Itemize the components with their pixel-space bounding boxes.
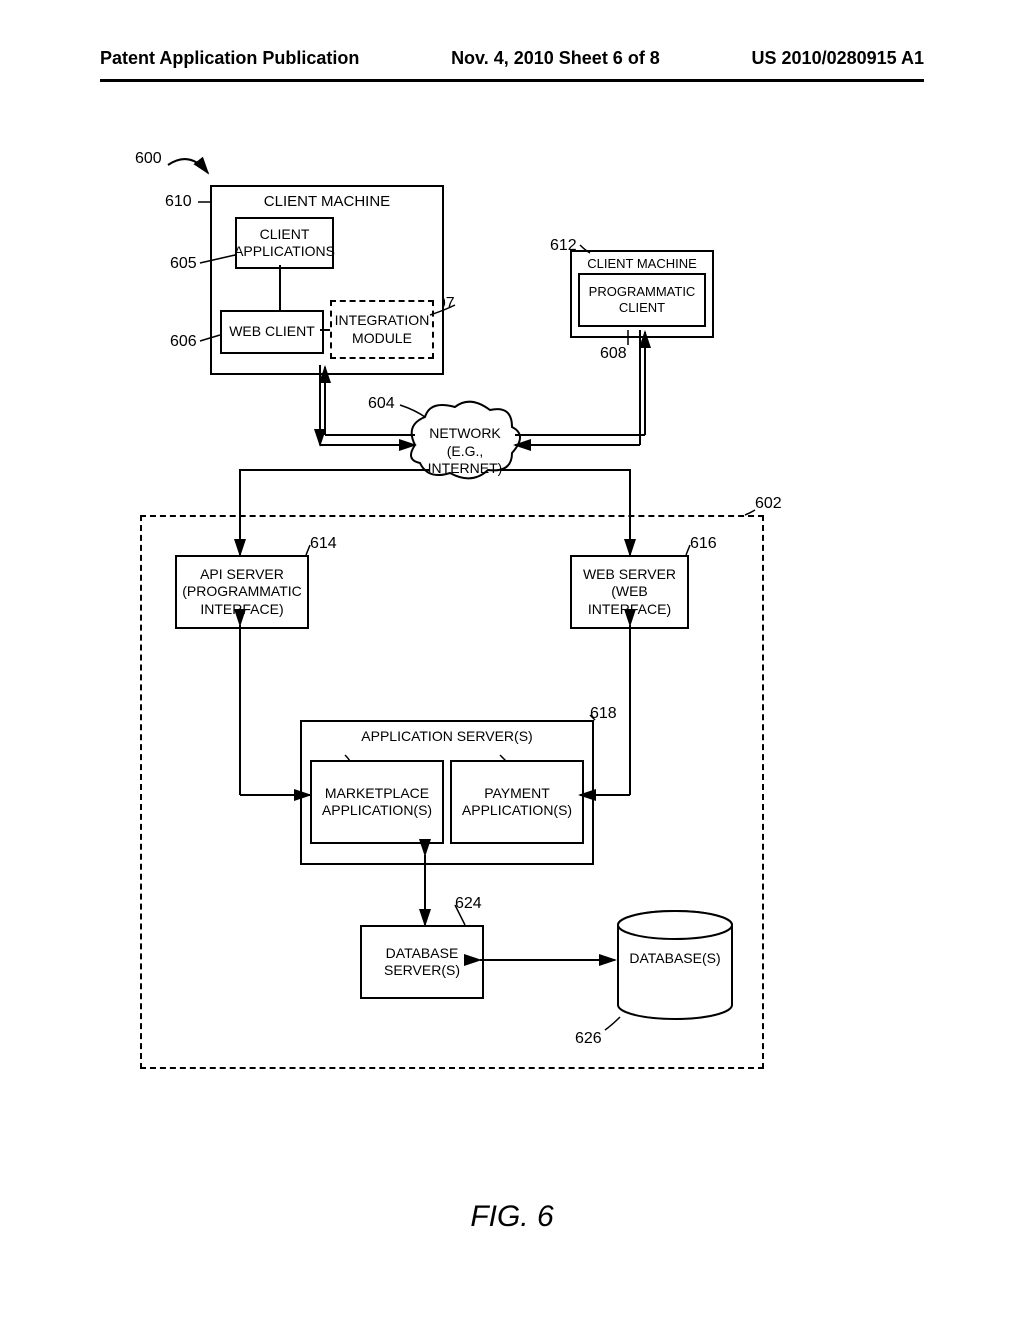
diagram-canvas: 600 610 605 606 607 612 608 604 602 614 …: [150, 155, 870, 1135]
figure-caption: FIG. 6: [0, 1200, 1024, 1234]
header-right: US 2010/0280915 A1: [752, 48, 924, 69]
diagram-lines: [150, 155, 870, 1135]
header-left: Patent Application Publication: [100, 48, 359, 69]
header-rule: [100, 79, 924, 82]
header-mid: Nov. 4, 2010 Sheet 6 of 8: [451, 48, 660, 69]
label-database: DATABASE(S): [618, 950, 732, 968]
